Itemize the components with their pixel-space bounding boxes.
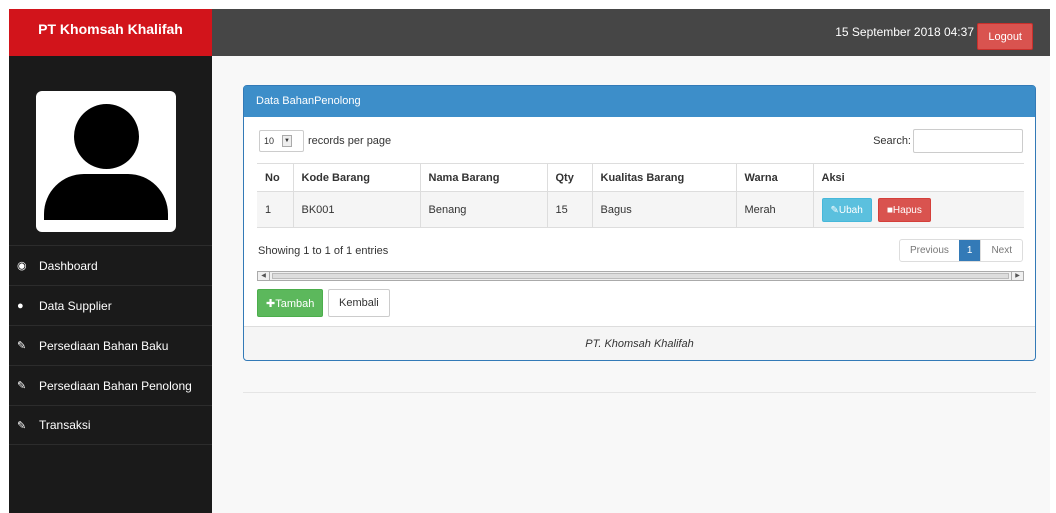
panel-footer: PT. Khomsah Khalifah: [244, 326, 1035, 360]
edit-icon: ✎: [17, 340, 27, 352]
edit-icon: ✎: [17, 419, 27, 432]
table-row: 1 BK001 Benang 15 Bagus Merah ✎Ubah ■Hap…: [257, 191, 1024, 228]
scroll-thumb[interactable]: [272, 273, 1009, 279]
add-label: Tambah: [275, 298, 315, 310]
next-button[interactable]: Next: [980, 240, 1022, 261]
data-table: No Kode Barang Nama Barang Qty Kualitas …: [257, 163, 1024, 228]
column-header[interactable]: No: [257, 163, 293, 192]
edit-button[interactable]: ✎Ubah: [821, 197, 872, 222]
previous-button[interactable]: Previous: [900, 240, 959, 261]
cell-kode: BK001: [292, 191, 420, 228]
column-header[interactable]: Nama Barang: [419, 163, 547, 192]
search-control: Search:: [873, 129, 1023, 153]
sidebar-item-label: Data Supplier: [39, 298, 112, 313]
column-header[interactable]: Aksi: [812, 163, 1024, 192]
avatar-head: [74, 104, 139, 169]
avatar-body: [44, 174, 168, 220]
horizontal-scrollbar[interactable]: ◀ ▶: [257, 271, 1024, 281]
search-label: Search:: [873, 135, 911, 147]
logout-button[interactable]: Logout: [977, 23, 1033, 50]
delete-button[interactable]: ■Hapus: [877, 197, 931, 222]
brand-title: PT Khomsah Khalifah: [9, 9, 212, 56]
edit-label: Ubah: [838, 204, 863, 216]
page-1-button[interactable]: 1: [958, 240, 981, 261]
sidebar-item-label: Dashboard: [39, 258, 98, 273]
sidebar-menu: ◉ Dashboard ● Data Supplier ✎ Persediaan…: [9, 245, 212, 445]
column-header[interactable]: Warna: [735, 163, 813, 192]
top-bar: PT Khomsah Khalifah 15 September 2018 04…: [9, 9, 1050, 56]
plus-icon: ✚: [266, 298, 276, 310]
sidebar-item-bahan-baku[interactable]: ✎ Persediaan Bahan Baku: [9, 325, 212, 365]
back-button[interactable]: Kembali: [328, 289, 390, 317]
sidebar-item-label: Transaksi: [39, 418, 91, 432]
pagination: Previous 1 Next: [898, 239, 1023, 262]
sidebar-item-label: Persediaan Bahan Baku: [39, 338, 169, 353]
column-header[interactable]: Kode Barang: [292, 163, 420, 192]
sidebar-item-data-supplier[interactable]: ● Data Supplier: [9, 285, 212, 325]
app-root: PT Khomsah Khalifah 15 September 2018 04…: [0, 0, 1056, 513]
user-icon: ●: [17, 299, 24, 312]
scroll-left-icon[interactable]: ◀: [258, 272, 270, 280]
edit-icon: ✎: [17, 380, 27, 392]
edit-icon: ✎: [830, 204, 839, 216]
sidebar-item-transaksi[interactable]: ✎ Transaksi: [9, 405, 212, 445]
data-panel: Data BahanPenolong 10 ▼ records per page…: [243, 85, 1036, 361]
scroll-right-icon[interactable]: ▶: [1011, 272, 1023, 280]
avatar: [36, 91, 176, 232]
datetime-display: 15 September 2018 04:37: [835, 25, 974, 39]
search-input[interactable]: [913, 129, 1023, 153]
sidebar: ◉ Dashboard ● Data Supplier ✎ Persediaan…: [9, 56, 212, 513]
cell-aksi: ✎Ubah ■Hapus: [812, 191, 1024, 228]
length-control: 10 ▼ records per page: [259, 130, 391, 152]
cell-kualitas: Bagus: [591, 191, 736, 228]
divider: [243, 392, 1036, 393]
cell-warna: Merah: [735, 191, 813, 228]
table-header-row: No Kode Barang Nama Barang Qty Kualitas …: [257, 163, 1024, 192]
sidebar-item-bahan-penolong[interactable]: ✎ Persediaan Bahan Penolong: [9, 365, 212, 405]
panel-title: Data BahanPenolong: [244, 86, 1035, 117]
chevron-down-icon: ▼: [282, 135, 293, 147]
cell-no: 1: [257, 191, 293, 228]
sidebar-item-dashboard[interactable]: ◉ Dashboard: [9, 245, 212, 285]
length-label: records per page: [308, 135, 392, 147]
cell-qty: 15: [546, 191, 592, 228]
dashboard-icon: ◉: [17, 260, 27, 272]
column-header[interactable]: Kualitas Barang: [591, 163, 736, 192]
table-info: Showing 1 to 1 of 1 entries: [258, 245, 389, 257]
length-value: 10: [264, 136, 275, 146]
delete-label: Hapus: [892, 204, 922, 216]
column-header[interactable]: Qty: [546, 163, 592, 192]
cell-nama: Benang: [419, 191, 547, 228]
length-select[interactable]: 10 ▼: [259, 130, 304, 152]
sidebar-item-label: Persediaan Bahan Penolong: [39, 378, 192, 393]
add-button[interactable]: ✚Tambah: [257, 289, 324, 317]
